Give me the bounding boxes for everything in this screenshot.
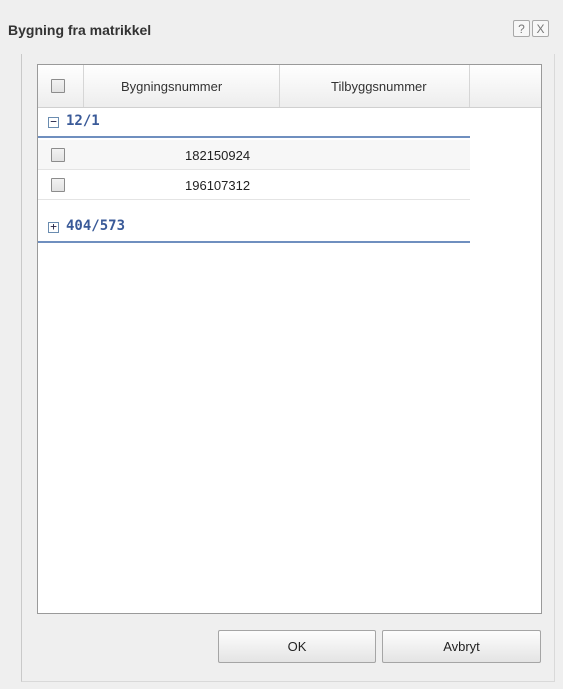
column-header-bygningsnummer[interactable]: Bygningsnummer [121, 79, 222, 94]
cancel-button[interactable]: Avbryt [382, 630, 541, 663]
bygningsnummer-cell: 196107312 [185, 178, 251, 193]
column-divider [279, 65, 280, 107]
ok-button[interactable]: OK [218, 630, 376, 663]
row-checkbox[interactable] [51, 178, 65, 192]
group-label: 12/1 [66, 113, 100, 129]
column-header-tilbyggsnummer[interactable]: Tilbyggsnummer [331, 79, 427, 94]
table-row[interactable]: 182150924 [38, 140, 470, 170]
grid-header: Bygningsnummer Tilbyggsnummer [38, 65, 541, 108]
select-all-checkbox[interactable] [51, 79, 65, 93]
close-button[interactable]: X [532, 20, 549, 37]
group-row-404-573[interactable]: + 404/573 [38, 213, 470, 243]
building-grid: Bygningsnummer Tilbyggsnummer − 12/1 182… [37, 64, 542, 614]
expand-icon[interactable]: + [48, 221, 59, 233]
table-row[interactable]: 196107312 [38, 170, 470, 200]
close-icon: X [536, 22, 545, 36]
dialog-window: Bygning fra matrikkel ? X Bygningsnummer… [0, 0, 563, 689]
group-row-12-1[interactable]: − 12/1 [38, 108, 470, 138]
column-divider [469, 65, 470, 107]
help-icon: ? [518, 22, 525, 36]
group-divider [38, 136, 470, 138]
help-button[interactable]: ? [513, 20, 530, 37]
dialog-title: Bygning fra matrikkel [8, 22, 152, 38]
collapse-icon[interactable]: − [48, 116, 59, 128]
row-checkbox[interactable] [51, 148, 65, 162]
bygningsnummer-cell: 182150924 [185, 148, 251, 163]
column-divider [83, 65, 84, 107]
group-label: 404/573 [66, 218, 126, 234]
group-divider [38, 241, 470, 243]
dialog-titlebar[interactable]: Bygning fra matrikkel ? X [0, 0, 563, 44]
